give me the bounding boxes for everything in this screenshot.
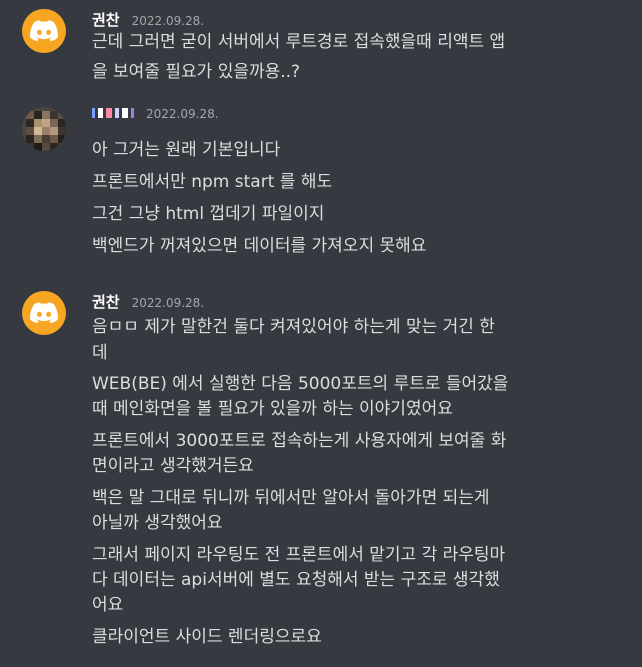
message-line: 때 메인화면을 볼 필요가 있을까 하는 이야기였어요 xyxy=(92,399,453,419)
message-line: 백엔드가 꺼져있으면 데이터를 가져오지 못해요 xyxy=(92,236,427,256)
message-line: 을 보여줄 필요가 있을까용..? xyxy=(92,62,301,82)
username[interactable]: 권찬 xyxy=(92,9,120,30)
message-line: 백은 말 그대로 뒤니까 뒤에서만 알아서 돌아가면 되는게 xyxy=(92,488,490,508)
message-line: 면이라고 생각했거든요 xyxy=(92,456,254,476)
redacted-block xyxy=(98,108,103,118)
timestamp: 2022.09.28. xyxy=(131,296,205,310)
message-line: 클라이언트 사이드 렌더링으로요 xyxy=(92,627,322,647)
message-line: 음ㅁㅁ 제가 말한건 둘다 켜져있어야 하는게 맞는 거긴 한 xyxy=(92,317,495,337)
message-line: 어요 xyxy=(92,595,124,615)
message-line: WEB(BE) 에서 실행한 다음 5000포트의 루트로 들어갔을 xyxy=(92,374,509,394)
message-line: 근데 그러면 굳이 서버에서 루트경로 접속했을때 리액트 앱 xyxy=(92,32,506,52)
message-header: 권찬 2022.09.28. xyxy=(92,9,204,31)
message-line: 아 그거는 원래 기본입니다 xyxy=(92,140,281,160)
redacted-block xyxy=(122,108,128,118)
timestamp: 2022.09.28. xyxy=(131,14,205,28)
username-redacted[interactable] xyxy=(92,108,134,118)
discord-avatar[interactable] xyxy=(22,291,66,335)
discord-logo-icon xyxy=(30,20,58,42)
message-header: 권찬 2022.09.28. xyxy=(92,291,204,313)
redacted-block xyxy=(131,108,134,118)
redacted-block xyxy=(106,108,112,118)
message-line: 아닐까 생각했어요 xyxy=(92,513,223,533)
message-line: 프론트에서 3000포트로 접속하는게 사용자에게 보여줄 화 xyxy=(92,431,507,451)
redacted-block xyxy=(92,108,95,118)
message-line: 프론트에서만 npm start 를 해도 xyxy=(92,172,333,192)
message-header: 2022.09.28. xyxy=(92,107,219,129)
username[interactable]: 권찬 xyxy=(92,291,120,312)
timestamp: 2022.09.28. xyxy=(146,107,219,121)
message-line: 다 데이터는 api서버에 별도 요청해서 받는 구조로 생각했 xyxy=(92,570,500,590)
message-line: 그건 그냥 html 껍데기 파일이지 xyxy=(92,204,325,224)
message-line: 그래서 페이지 라우팅도 전 프론트에서 맡기고 각 라우팅마 xyxy=(92,545,506,565)
pixelated-user-avatar[interactable] xyxy=(22,107,66,151)
pixelated-user-avatar-icon xyxy=(22,107,66,151)
discord-logo-icon xyxy=(30,302,58,324)
message-line: 데 xyxy=(92,343,108,363)
redacted-block xyxy=(115,108,119,118)
discord-avatar[interactable] xyxy=(22,9,66,53)
